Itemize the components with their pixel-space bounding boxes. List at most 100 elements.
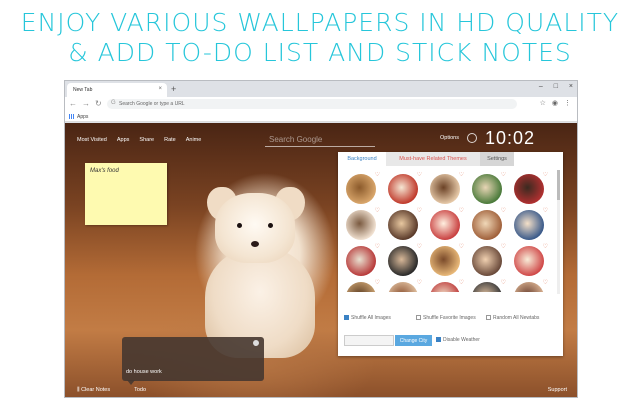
favorite-heart-icon[interactable]: ♡: [375, 243, 380, 250]
checkbox-random-all[interactable]: [486, 315, 491, 320]
tab-settings[interactable]: Settings: [480, 152, 514, 166]
wallpaper-thumbnail[interactable]: ♡: [514, 172, 548, 204]
sticky-note-text[interactable]: Max's food: [90, 168, 119, 174]
favorite-heart-icon[interactable]: ♡: [375, 172, 380, 178]
disable-weather-option[interactable]: Disable Weather: [436, 337, 480, 343]
puppy-nose: [251, 241, 259, 247]
minimize-icon[interactable]: –: [539, 83, 543, 90]
forward-icon[interactable]: →: [82, 99, 90, 108]
sticky-note[interactable]: Max's food: [85, 163, 167, 225]
bookmarks-bar: Apps: [65, 111, 577, 122]
favorite-heart-icon[interactable]: ♡: [417, 279, 422, 286]
clear-notes-button[interactable]: ⫼ Clear Notes: [77, 387, 122, 393]
favorite-heart-icon[interactable]: ♡: [459, 243, 464, 250]
wallpaper-thumbnail[interactable]: ♡: [514, 244, 548, 276]
wallpaper-thumbnail[interactable]: ♡: [472, 172, 506, 204]
todo-button[interactable]: Todo: [134, 387, 146, 393]
promo-banner: ENJOY VARIOUS WALLPAPERS IN HD QUALITY &…: [0, 0, 640, 75]
nav-most-visited[interactable]: Most Visited: [77, 137, 107, 143]
wallpaper-thumbnail[interactable]: ♡: [388, 280, 422, 292]
favorite-heart-icon[interactable]: ♡: [501, 207, 506, 214]
options-button[interactable]: Options: [440, 135, 459, 141]
options-panel: Background Must-have Related Themes Sett…: [338, 152, 563, 356]
wallpaper-thumbnail[interactable]: ♡: [514, 280, 548, 292]
todo-close-icon[interactable]: [253, 340, 259, 346]
wallpaper-thumbnail[interactable]: ♡: [514, 208, 548, 240]
checkbox-shuffle-all[interactable]: [344, 315, 349, 320]
wallpaper-thumbnail[interactable]: ♡: [346, 244, 380, 276]
apps-grid-icon[interactable]: [69, 114, 74, 119]
bookmark-apps[interactable]: Apps: [77, 114, 88, 120]
favorite-heart-icon[interactable]: ♡: [375, 279, 380, 286]
favorite-heart-icon[interactable]: ♡: [375, 207, 380, 214]
maximize-icon[interactable]: □: [554, 83, 558, 90]
search-input[interactable]: Search Google: [265, 133, 375, 147]
favorite-heart-icon[interactable]: ♡: [543, 207, 548, 214]
extension-icon[interactable]: ◉: [552, 100, 558, 107]
wallpaper-thumbnail[interactable]: ♡: [430, 208, 464, 240]
todo-popup: do house work: [122, 337, 264, 381]
favorite-heart-icon[interactable]: ♡: [417, 243, 422, 250]
back-icon[interactable]: ←: [69, 99, 77, 108]
favorite-heart-icon[interactable]: ♡: [459, 207, 464, 214]
wallpaper-gallery: ♡ ♡ ♡ ♡ ♡ ♡ ♡ ♡ ♡ ♡ ♡ ♡ ♡ ♡ ♡ ♡ ♡ ♡ ♡ ♡: [344, 172, 552, 292]
support-link[interactable]: Support: [548, 387, 567, 393]
option-shuffle-favorite[interactable]: Shuffle Favorite Images: [416, 315, 476, 321]
todo-item[interactable]: do house work: [126, 369, 162, 375]
tab-related-themes[interactable]: Must-have Related Themes: [386, 152, 480, 166]
favorite-heart-icon[interactable]: ♡: [543, 172, 548, 178]
favorite-heart-icon[interactable]: ♡: [501, 172, 506, 178]
omnibox[interactable]: G Search Google or type a URL: [107, 99, 517, 109]
option-label: Shuffle All Images: [351, 315, 391, 321]
tab-new-tab[interactable]: New Tab ×: [67, 83, 167, 97]
todo-popup-arrow: [127, 380, 135, 385]
toolbar-icons: ☆ ◉ ⋮: [534, 99, 571, 107]
reload-icon[interactable]: ↻: [95, 99, 102, 108]
change-city-button[interactable]: Change City: [395, 335, 432, 346]
puppy-eye-left: [237, 223, 242, 228]
gallery-scrollbar[interactable]: [557, 170, 560, 294]
favorite-heart-icon[interactable]: [467, 133, 477, 143]
favorite-heart-icon[interactable]: ♡: [543, 279, 548, 286]
wallpaper-thumbnail[interactable]: ♡: [472, 244, 506, 276]
nav-apps[interactable]: Apps: [117, 137, 130, 143]
clock: 10:02: [485, 128, 536, 148]
wallpaper-thumbnail[interactable]: ♡: [346, 280, 380, 292]
option-random-all[interactable]: Random All Newtabs: [486, 315, 539, 321]
wallpaper-thumbnail[interactable]: ♡: [430, 244, 464, 276]
wallpaper-thumbnail[interactable]: ♡: [346, 208, 380, 240]
wallpaper-thumbnail[interactable]: ♡: [472, 208, 506, 240]
favorite-heart-icon[interactable]: ♡: [459, 172, 464, 178]
menu-icon[interactable]: ⋮: [564, 100, 571, 107]
newtab-page: Most Visited Apps Share Rate Anime Search Go…: [65, 123, 577, 397]
wallpaper-thumbnail[interactable]: ♡: [430, 172, 464, 204]
close-window-icon[interactable]: ×: [569, 83, 573, 90]
city-input[interactable]: [344, 335, 394, 346]
tab-background[interactable]: Background: [338, 152, 386, 166]
nav-rate[interactable]: Rate: [164, 137, 176, 143]
wallpaper-thumbnail[interactable]: ♡: [430, 280, 464, 292]
favorite-heart-icon[interactable]: ♡: [417, 207, 422, 214]
scrollbar-thumb[interactable]: [557, 170, 560, 200]
wallpaper-thumbnail[interactable]: ♡: [346, 172, 380, 204]
wallpaper-thumbnail[interactable]: ♡: [472, 280, 506, 292]
nav-share[interactable]: Share: [139, 137, 154, 143]
nav-anime[interactable]: Anime: [186, 137, 202, 143]
favorite-heart-icon[interactable]: ♡: [543, 243, 548, 250]
wallpaper-thumbnail[interactable]: ♡: [388, 244, 422, 276]
option-shuffle-all[interactable]: Shuffle All Images: [344, 315, 391, 321]
wallpaper-thumbnail[interactable]: ♡: [388, 172, 422, 204]
top-nav: Most Visited Apps Share Rate Anime: [77, 137, 211, 143]
new-tab-button[interactable]: +: [171, 84, 176, 94]
wallpaper-thumbnail[interactable]: ♡: [388, 208, 422, 240]
checkbox-disable-weather[interactable]: [436, 337, 441, 342]
favorite-heart-icon[interactable]: ♡: [417, 172, 422, 178]
favorite-heart-icon[interactable]: ♡: [459, 279, 464, 286]
checkbox-shuffle-favorite[interactable]: [416, 315, 421, 320]
favorite-heart-icon[interactable]: ♡: [501, 279, 506, 286]
google-icon: G: [111, 100, 116, 106]
bookmark-star-icon[interactable]: ☆: [540, 100, 546, 107]
favorite-heart-icon[interactable]: ♡: [501, 243, 506, 250]
clear-notes-label: Clear Notes: [81, 387, 111, 393]
close-tab-icon[interactable]: ×: [158, 86, 162, 92]
